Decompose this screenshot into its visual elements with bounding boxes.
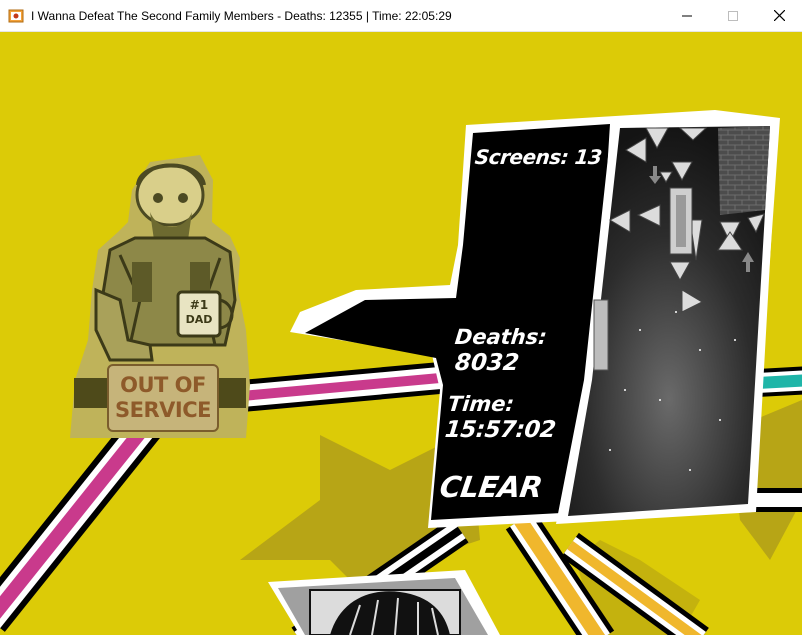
close-icon: [773, 10, 785, 21]
pink-path-left: [0, 408, 165, 632]
time-value: 15:57:02: [443, 417, 557, 443]
window-title: I Wanna Defeat The Second Family Members…: [31, 8, 452, 23]
mug-label-line1: #1: [190, 298, 208, 312]
bottom-character-card: [268, 570, 500, 635]
game-viewport[interactable]: #1 DAD Screens: 13 Deaths: 8032 Time: 15…: [0, 32, 802, 635]
game-window-icon: [8, 8, 24, 24]
minimize-icon: [682, 15, 692, 16]
stage-preview-pillar: [593, 299, 609, 371]
mug-label-line2: DAD: [186, 313, 213, 326]
deaths-label: Deaths:: [453, 325, 548, 349]
maximize-button[interactable]: [710, 0, 756, 31]
title-bar[interactable]: I Wanna Defeat The Second Family Members…: [0, 0, 802, 32]
screens-count: Screens: 13: [473, 145, 603, 169]
pink-path-center: [218, 362, 442, 414]
time-label: Time:: [446, 392, 516, 416]
deaths-value: 8032: [453, 350, 521, 376]
game-scene: #1 DAD: [0, 110, 802, 635]
out-of-service-sign: OUT OF SERVICE: [107, 364, 219, 432]
minimize-button[interactable]: [664, 0, 710, 31]
maximize-icon: [728, 10, 738, 21]
sign-line-1: OUT OF: [120, 373, 206, 397]
clear-status: CLEAR: [437, 470, 545, 504]
close-button[interactable]: [756, 0, 802, 31]
stage-preview-bricks: [718, 126, 770, 215]
sign-line-2: SERVICE: [115, 398, 211, 422]
